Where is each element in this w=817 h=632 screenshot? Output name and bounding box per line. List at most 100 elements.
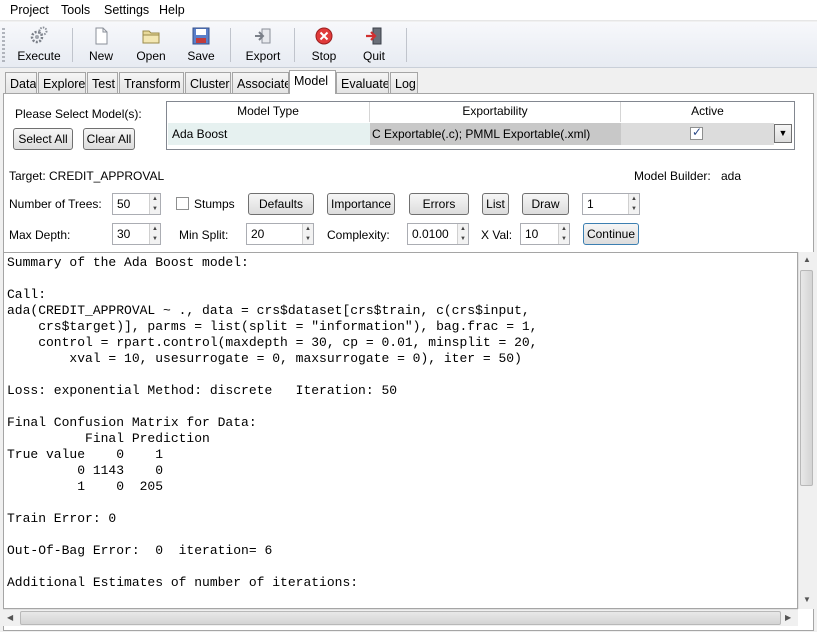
model-builder-label: Model Builder: (634, 169, 711, 183)
down-arrow-icon[interactable]: ▼ (150, 234, 160, 244)
complexity-value: 0.0100 (412, 227, 449, 241)
tab-transform[interactable]: Transform (119, 72, 184, 93)
menu-help[interactable]: Help (159, 3, 185, 17)
down-arrow-icon[interactable]: ▼ (458, 234, 468, 244)
draw-value: 1 (587, 197, 594, 211)
scroll-left-arrow-icon[interactable]: ◀ (7, 613, 13, 622)
spinner-arrows[interactable]: ▲ ▼ (457, 224, 468, 244)
toolbar-separator (230, 28, 231, 62)
xval-value: 10 (525, 227, 539, 241)
toolbar-separator (294, 28, 295, 62)
spinner-arrows[interactable]: ▲ ▼ (149, 194, 160, 214)
menu-settings[interactable]: Settings (104, 3, 149, 17)
model-summary-text: Summary of the Ada Boost model: Call: ad… (7, 255, 538, 590)
tab-log[interactable]: Log (390, 72, 418, 93)
active-checkbox[interactable] (690, 125, 703, 140)
execute-button[interactable]: Execute (12, 24, 66, 66)
scroll-down-arrow-icon[interactable]: ▼ (803, 595, 811, 604)
tab-evaluate[interactable]: Evaluate (336, 72, 389, 93)
toolbar-separator (72, 28, 73, 62)
spinner-arrows[interactable]: ▲ ▼ (302, 224, 313, 244)
open-label: Open (136, 49, 166, 63)
toolbar-grip[interactable] (2, 28, 5, 62)
stop-button[interactable]: Stop (304, 24, 344, 66)
continue-button[interactable]: Continue (583, 223, 639, 245)
max-depth-value: 30 (117, 227, 131, 241)
stumps-checkbox[interactable] (176, 197, 189, 210)
save-button[interactable]: Save (182, 24, 220, 66)
menu-project[interactable]: Project (10, 3, 49, 17)
importance-button[interactable]: Importance (327, 193, 395, 215)
num-trees-spinner[interactable]: 50 ▲ ▼ (112, 193, 161, 215)
min-split-value: 20 (251, 227, 265, 241)
scroll-up-arrow-icon[interactable]: ▲ (803, 255, 811, 264)
xval-label: X Val: (481, 228, 513, 242)
min-split-spinner[interactable]: 20 ▲ ▼ (246, 223, 314, 245)
menu-tools[interactable]: Tools (61, 3, 90, 17)
up-arrow-icon[interactable]: ▲ (150, 224, 160, 234)
select-all-button[interactable]: Select All (13, 128, 73, 150)
tab-model[interactable]: Model (289, 70, 336, 94)
complexity-label: Complexity: (327, 228, 390, 242)
clear-all-button[interactable]: Clear All (83, 128, 135, 150)
complexity-spinner[interactable]: 0.0100 ▲ ▼ (407, 223, 469, 245)
quit-button[interactable]: Quit (354, 24, 394, 66)
min-split-label: Min Split: (179, 228, 229, 242)
export-icon (253, 26, 273, 46)
select-models-prompt: Please Select Model(s): (15, 107, 142, 121)
up-arrow-icon[interactable]: ▲ (303, 224, 313, 234)
horizontal-scrollbar[interactable]: ◀ ▶ (3, 609, 798, 626)
model-builder-value: ada (721, 169, 742, 183)
new-label: New (88, 49, 113, 63)
output-textview[interactable]: Summary of the Ada Boost model: Call: ad… (3, 252, 798, 609)
scroll-right-arrow-icon[interactable]: ▶ (785, 613, 791, 622)
vertical-scroll-thumb[interactable] (800, 270, 813, 486)
tab-test[interactable]: Test (87, 72, 118, 93)
spinner-arrows[interactable]: ▲ ▼ (628, 194, 639, 214)
up-arrow-icon[interactable]: ▲ (150, 194, 160, 204)
list-button[interactable]: List (482, 193, 509, 215)
new-file-icon (91, 26, 111, 46)
floppy-disk-icon (191, 26, 211, 46)
vertical-scrollbar[interactable]: ▲ ▼ (798, 252, 814, 609)
quit-door-icon (364, 26, 384, 46)
tab-bar: Data Explore Test Transform Cluster Asso… (0, 70, 817, 94)
menu-bar: Project Tools Settings Help (0, 0, 817, 21)
spinner-arrows[interactable]: ▲ ▼ (558, 224, 569, 244)
errors-button[interactable]: Errors (409, 193, 469, 215)
column-header-model-type[interactable]: Model Type (167, 102, 370, 122)
new-button[interactable]: New (82, 24, 120, 66)
xval-spinner[interactable]: 10 ▲ ▼ (520, 223, 570, 245)
down-arrow-icon[interactable]: ▼ (629, 204, 639, 214)
tab-explore[interactable]: Explore (38, 72, 86, 93)
num-trees-value: 50 (117, 197, 131, 211)
down-arrow-icon[interactable]: ▼ (150, 204, 160, 214)
horizontal-scroll-thumb[interactable] (20, 611, 781, 625)
stop-icon (314, 26, 334, 46)
tab-data[interactable]: Data (5, 72, 37, 93)
column-header-exportability[interactable]: Exportability (370, 102, 621, 122)
folder-icon (141, 26, 161, 46)
export-button[interactable]: Export (240, 24, 286, 66)
model-type-cell[interactable]: Ada Boost (168, 123, 370, 145)
up-arrow-icon[interactable]: ▲ (559, 224, 569, 234)
quit-label: Quit (362, 49, 385, 63)
spinner-arrows[interactable]: ▲ ▼ (149, 224, 160, 244)
up-arrow-icon[interactable]: ▲ (458, 224, 468, 234)
draw-spinner[interactable]: 1 ▲ ▼ (582, 193, 640, 215)
max-depth-label: Max Depth: (9, 228, 71, 242)
model-dropdown-button[interactable]: ▼ (774, 124, 792, 143)
draw-button[interactable]: Draw (522, 193, 569, 215)
open-button[interactable]: Open (130, 24, 172, 66)
max-depth-spinner[interactable]: 30 ▲ ▼ (112, 223, 161, 245)
tab-associate[interactable]: Associate (232, 72, 289, 93)
column-header-active[interactable]: Active (621, 102, 794, 122)
defaults-button[interactable]: Defaults (248, 193, 314, 215)
gears-icon (29, 26, 49, 46)
up-arrow-icon[interactable]: ▲ (629, 194, 639, 204)
stop-label: Stop (311, 49, 337, 63)
down-arrow-icon[interactable]: ▼ (559, 234, 569, 244)
toolbar-separator (406, 28, 407, 62)
tab-cluster[interactable]: Cluster (185, 72, 231, 93)
down-arrow-icon[interactable]: ▼ (303, 234, 313, 244)
